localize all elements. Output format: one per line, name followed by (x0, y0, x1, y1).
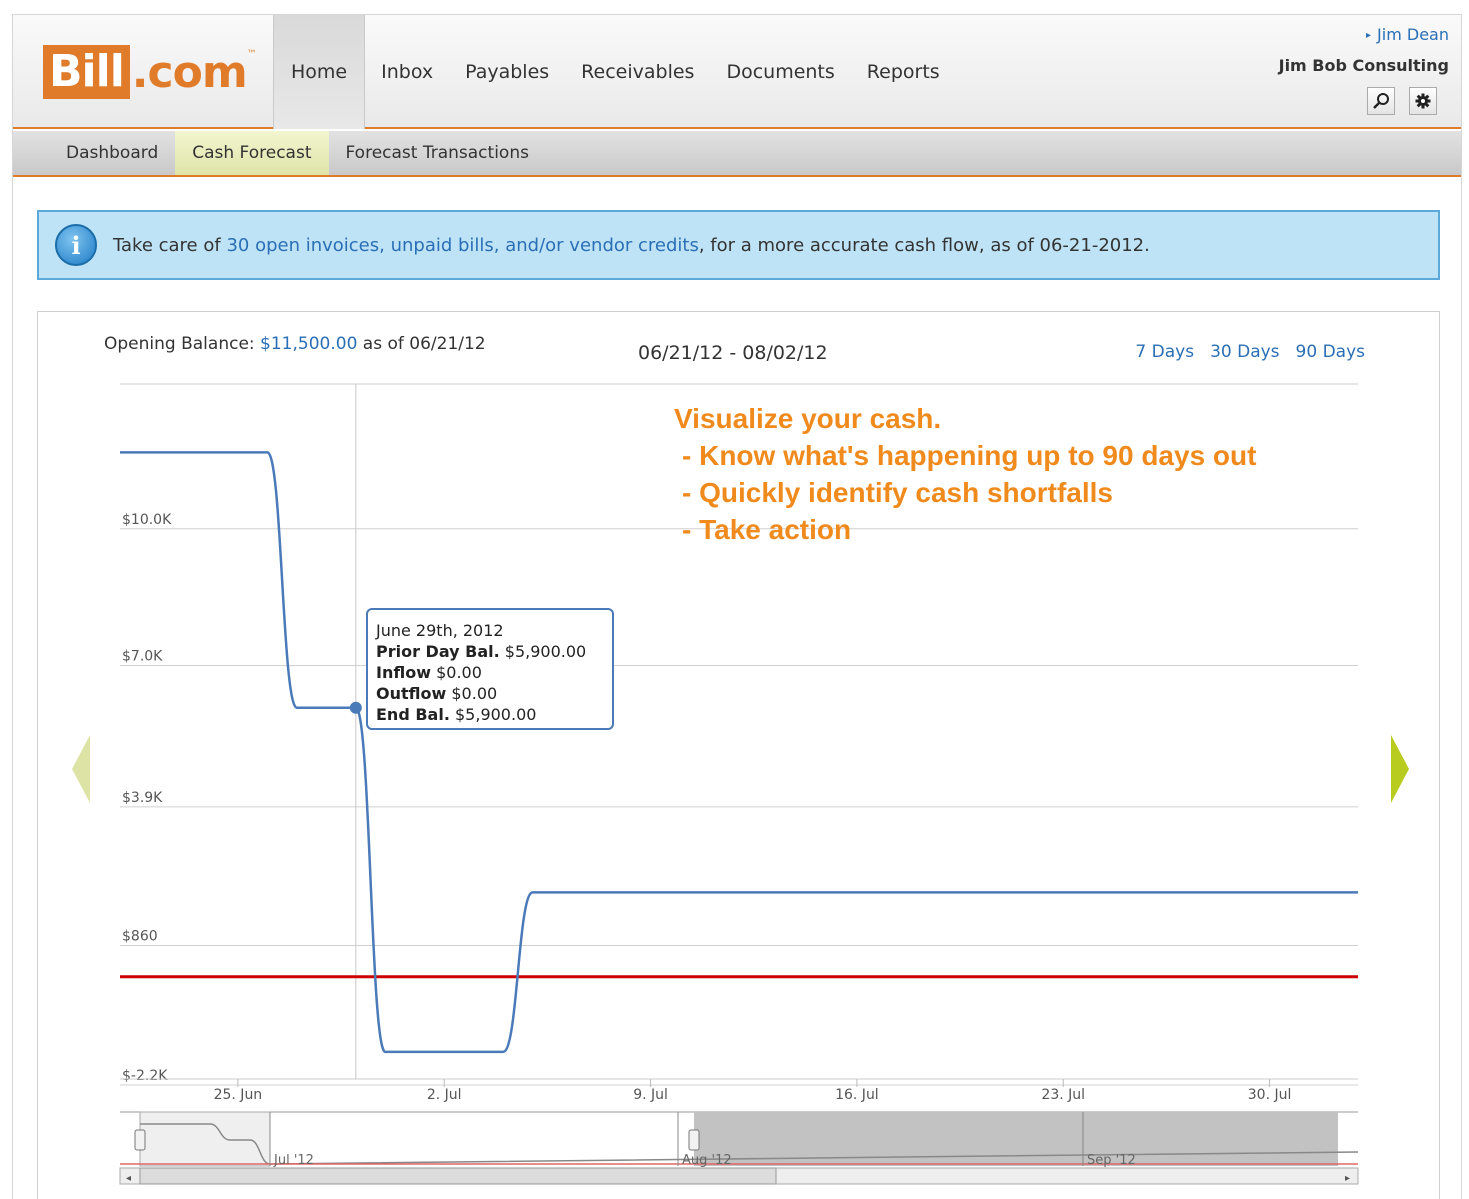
y-tick-label: $7.0K (122, 649, 163, 665)
scroll-right-arrow-icon: ▸ (1345, 1173, 1350, 1184)
navigator-label: Jul '12 (273, 1153, 314, 1168)
annotation-bullet-2: - Quickly identify cash shortfalls (682, 477, 1114, 508)
tooltip-prior-row: Prior Day Bal. $5,900.00 (376, 641, 604, 662)
nav-payables[interactable]: Payables (449, 15, 565, 129)
tooltip-prior-label: Prior Day Bal. (376, 642, 500, 661)
open-items-link[interactable]: 30 open invoices, unpaid bills, and/or v… (226, 235, 698, 256)
navigator-window-shade (139, 1111, 271, 1167)
nav-documents[interactable]: Documents (710, 15, 850, 129)
highlight-point (349, 701, 362, 714)
y-tick-label: $10.0K (122, 512, 172, 528)
subnav-dashboard[interactable]: Dashboard (49, 131, 175, 175)
x-tick-label: 2. Jul (427, 1087, 462, 1103)
search-icon (1373, 93, 1389, 109)
promo-annotation: Visualize your cash. - Know what's happe… (674, 400, 1256, 548)
previous-period-arrow-icon[interactable] (72, 735, 90, 803)
company-name: Jim Bob Consulting (1278, 56, 1449, 75)
tooltip-inflow-label: Inflow (376, 663, 431, 682)
header-tools (1279, 87, 1437, 115)
nav-home[interactable]: Home (273, 15, 366, 129)
navigator-handle (134, 1129, 146, 1151)
tooltip-inflow-value: $0.00 (436, 663, 482, 682)
tooltip-prior-value: $5,900.00 (504, 642, 587, 661)
navigator-scrollbar-thumb (139, 1167, 777, 1185)
chart-tooltip: June 29th, 2012 Prior Day Bal. $5,900.00… (366, 608, 614, 730)
y-tick-label: $860 (122, 928, 158, 944)
logo-trademark: ™ (246, 49, 257, 60)
main-nav: Home Inbox Payables Receivables Document… (273, 15, 956, 129)
tooltip-inflow-row: Inflow $0.00 (376, 662, 604, 683)
tooltip-end-row: End Bal. $5,900.00 (376, 704, 604, 725)
info-prefix: Take care of (113, 234, 227, 256)
user-name: Jim Dean (1377, 25, 1449, 44)
x-tick-label: 25. Jun (214, 1087, 263, 1103)
subnav-forecast-transactions[interactable]: Forecast Transactions (329, 131, 546, 175)
nav-receivables[interactable]: Receivables (565, 15, 710, 129)
subnav-cash-forecast[interactable]: Cash Forecast (175, 131, 329, 175)
y-tick-label: $-2.2K (122, 1068, 168, 1084)
tooltip-outflow-row: Outflow $0.00 (376, 683, 604, 704)
nav-inbox[interactable]: Inbox (365, 15, 449, 129)
tooltip-date: June 29th, 2012 (376, 621, 504, 640)
logo-wordmark: .com (131, 46, 248, 98)
billcom-logo[interactable]: Bill .com ™ (43, 45, 257, 99)
tooltip-outflow-value: $0.00 (451, 684, 498, 703)
tooltip-end-label: End Bal. (376, 705, 450, 724)
x-tick-label: 30. Jul (1248, 1087, 1292, 1103)
info-text: Take care of 30 open invoices, unpaid bi… (113, 235, 1150, 256)
tooltip-end-value: $5,900.00 (455, 705, 537, 724)
caret-right-icon: ▸ (1366, 30, 1372, 41)
annotation-title: Visualize your cash. (674, 403, 942, 434)
annotation-bullet-1: - Know what's happening up to 90 days ou… (682, 440, 1257, 471)
user-area: ▸ Jim Dean Jim Bob Consulting (1279, 25, 1449, 115)
navigator-handle (688, 1129, 700, 1151)
x-tick-label: 16. Jul (835, 1087, 879, 1103)
info-suffix: , for a more accurate cash flow, as of 0… (698, 234, 1150, 256)
user-menu-link[interactable]: ▸ Jim Dean (1279, 25, 1449, 44)
x-tick-label: 23. Jul (1041, 1087, 1085, 1103)
x-tick-label: 9. Jul (633, 1087, 668, 1103)
top-header: Bill .com ™ Home Inbox Payables Receivab… (13, 15, 1461, 129)
sub-nav: Dashboard Cash Forecast Forecast Transac… (13, 131, 1461, 177)
info-icon: i (55, 224, 97, 266)
info-banner: i Take care of 30 open invoices, unpaid … (37, 210, 1440, 280)
navigator-label: Sep '12 (1087, 1153, 1136, 1168)
navigator-label: Aug '12 (682, 1153, 732, 1168)
nav-reports[interactable]: Reports (851, 15, 956, 129)
forecast-panel: Opening Balance: $11,500.00 as of 06/21/… (37, 311, 1440, 1199)
search-button[interactable] (1367, 87, 1395, 115)
scroll-left-arrow-icon: ◂ (126, 1173, 131, 1184)
y-tick-label: $3.9K (122, 790, 163, 806)
annotation-bullet-3: - Take action (682, 514, 852, 545)
next-period-arrow-icon[interactable] (1391, 735, 1409, 803)
logo-mark: Bill (43, 45, 130, 99)
gear-icon (1415, 93, 1431, 109)
app-frame: Bill .com ™ Home Inbox Payables Receivab… (12, 14, 1462, 1199)
tooltip-outflow-label: Outflow (376, 684, 447, 703)
settings-button[interactable] (1409, 87, 1437, 115)
